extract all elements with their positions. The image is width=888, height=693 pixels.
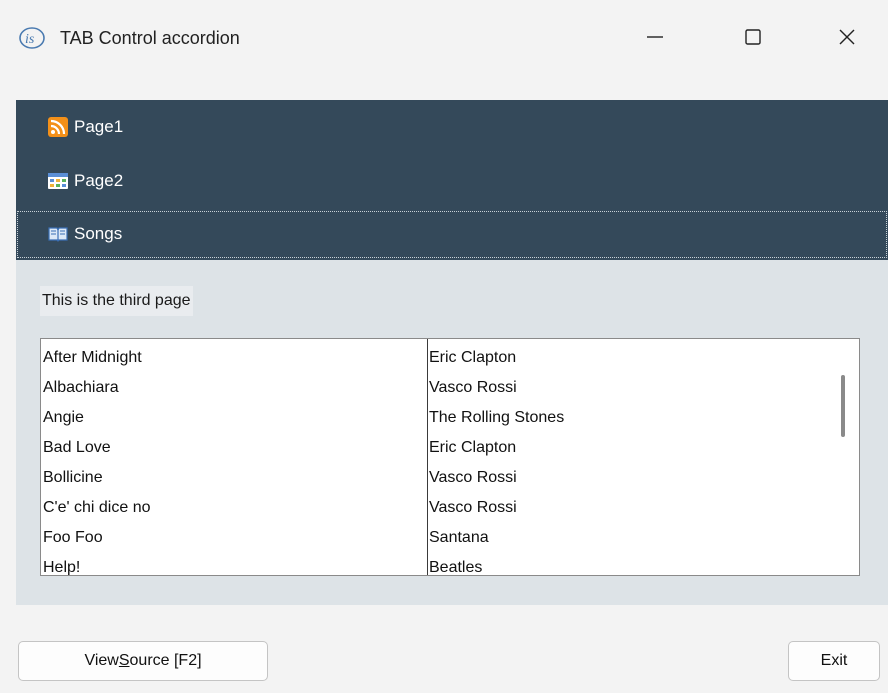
window-title: TAB Control accordion [60, 28, 240, 48]
song-title[interactable]: Bollicine [43, 463, 427, 493]
table-icon [48, 171, 68, 191]
accordion-item-page1[interactable]: Page1 [16, 100, 888, 154]
maximize-button[interactable] [718, 12, 788, 62]
book-icon [48, 224, 68, 244]
minimize-button[interactable] [620, 12, 690, 62]
title-bar: is TAB Control accordion [0, 0, 888, 80]
accordion-item-songs[interactable]: Songs [16, 208, 888, 260]
song-title[interactable]: Angie [43, 403, 427, 433]
accordion-item-label: Page2 [74, 171, 124, 190]
song-artist[interactable]: The Rolling Stones [429, 403, 823, 433]
column-divider [427, 339, 428, 575]
accordion-item-page2[interactable]: Page2 [16, 154, 888, 208]
focus-rectangle [17, 211, 887, 258]
is-logo-icon: is [18, 26, 48, 50]
exit-button[interactable]: Exit [788, 641, 880, 681]
title-column: After Midnight Albachiara Angie Bad Love… [43, 343, 427, 575]
vertical-scrollbar[interactable] [825, 339, 859, 575]
song-artist[interactable]: Beatles [429, 553, 823, 575]
song-title[interactable]: After Midnight [43, 343, 427, 373]
close-icon [839, 29, 855, 45]
songs-list[interactable]: After Midnight Albachiara Angie Bad Love… [40, 338, 860, 576]
song-artist[interactable]: Vasco Rossi [429, 493, 823, 523]
song-title[interactable]: Albachiara [43, 373, 427, 403]
view-source-button[interactable]: View Source [F2] [18, 641, 268, 681]
song-title[interactable]: C'e' chi dice no [43, 493, 427, 523]
svg-text:is: is [25, 32, 35, 47]
view-source-label-pre: View [84, 652, 119, 669]
song-artist[interactable]: Vasco Rossi [429, 373, 823, 403]
scrollbar-thumb[interactable] [841, 375, 845, 437]
song-artist[interactable]: Eric Clapton [429, 343, 823, 373]
view-source-label-post: ource [F2] [129, 652, 202, 669]
song-artist[interactable]: Vasco Rossi [429, 463, 823, 493]
close-button[interactable] [812, 12, 882, 62]
song-artist[interactable]: Santana [429, 523, 823, 553]
accordion-item-label: Songs [74, 224, 123, 243]
view-source-hotkey: S [118, 652, 130, 669]
accordion-item-label: Page1 [74, 117, 124, 136]
song-title[interactable]: Help! [43, 553, 427, 575]
rss-icon [48, 117, 68, 137]
song-title[interactable]: Bad Love [43, 433, 427, 463]
minimize-icon [647, 36, 663, 38]
artist-column: Eric Clapton Vasco Rossi The Rolling Sto… [429, 343, 823, 575]
song-artist[interactable]: Eric Clapton [429, 433, 823, 463]
accordion-panel: Page1 Page2 Songs This is the third page… [16, 100, 888, 605]
maximize-icon [745, 29, 761, 45]
song-title[interactable]: Foo Foo [43, 523, 427, 553]
page-description: This is the third page [40, 286, 193, 316]
